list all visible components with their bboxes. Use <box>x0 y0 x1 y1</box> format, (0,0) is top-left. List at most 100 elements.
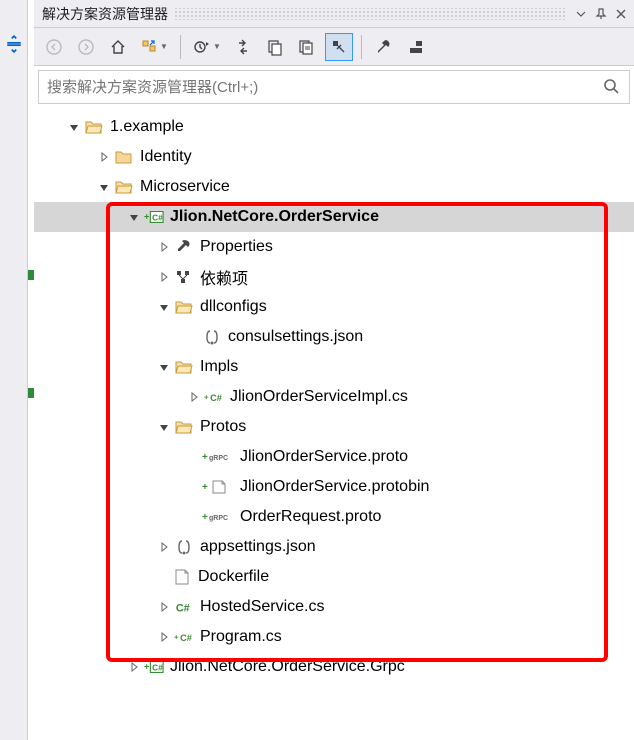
svg-text:C#: C# <box>152 214 163 223</box>
folder-open-icon <box>174 418 194 436</box>
node-label: HostedService.cs <box>200 598 325 616</box>
tree-node-consulsettings[interactable]: consulsettings.json <box>34 322 634 352</box>
preview-button[interactable] <box>402 33 430 61</box>
svg-text:gRPC: gRPC <box>209 455 228 462</box>
tree-node-protobin[interactable]: + JlionOrderService.protobin <box>34 472 634 502</box>
expander-icon[interactable] <box>66 119 82 135</box>
pin-icon[interactable] <box>592 5 610 23</box>
folder-open-icon <box>174 298 194 316</box>
home-button[interactable] <box>104 33 132 61</box>
svg-text:+: + <box>144 212 149 222</box>
properties-button[interactable] <box>370 33 398 61</box>
expander-icon[interactable] <box>126 209 142 225</box>
folder-open-icon <box>114 178 134 196</box>
node-label: appsettings.json <box>200 538 316 556</box>
tree-node-hostedservice[interactable]: C# HostedService.cs <box>34 592 634 622</box>
node-label: Microservice <box>140 178 230 196</box>
titlebar: 解决方案资源管理器 <box>34 0 634 28</box>
svg-text:C#: C# <box>152 664 163 673</box>
expander-icon[interactable] <box>96 179 112 195</box>
tree-node-dllconfigs[interactable]: dllconfigs <box>34 292 634 322</box>
search-bar[interactable] <box>38 70 630 104</box>
tree-node-appsettings[interactable]: appsettings.json <box>34 532 634 562</box>
tree-node-protos[interactable]: Protos <box>34 412 634 442</box>
svg-text:+: + <box>144 662 149 672</box>
search-input[interactable] <box>47 79 603 96</box>
node-label: 1.example <box>110 118 184 136</box>
node-label: JlionOrderService.protobin <box>240 478 429 496</box>
close-icon[interactable] <box>612 5 630 23</box>
tree-node-orderservice[interactable]: +C# Jlion.NetCore.OrderService <box>34 202 634 232</box>
svg-text:C#: C# <box>180 633 192 643</box>
switch-views-button[interactable]: ▼ <box>136 33 172 61</box>
titlebar-grip[interactable] <box>174 8 566 20</box>
tree-node-program[interactable]: +C# Program.cs <box>34 622 634 652</box>
svg-text:C#: C# <box>210 393 222 403</box>
tree-node-dockerfile[interactable]: Dockerfile <box>34 562 634 592</box>
node-label: Jlion.NetCore.OrderService <box>170 208 379 226</box>
wrench-icon <box>174 238 194 256</box>
expander-icon[interactable] <box>156 539 172 555</box>
pending-changes-button[interactable]: ▼ <box>189 33 225 61</box>
svg-text:+: + <box>202 512 208 523</box>
dependencies-icon <box>174 268 194 286</box>
node-label: Program.cs <box>200 628 282 646</box>
expander-icon[interactable] <box>156 239 172 255</box>
file-icon <box>172 568 192 586</box>
tree-node-identity[interactable]: Identity <box>34 142 634 172</box>
expander-icon[interactable] <box>156 359 172 375</box>
solution-tree[interactable]: 1.example Identity Microservice +C# Jlio… <box>34 108 634 740</box>
expander-icon[interactable] <box>126 659 142 675</box>
node-label: Dockerfile <box>198 568 269 586</box>
tree-node-impl-cs[interactable]: +C# JlionOrderServiceImpl.cs <box>34 382 634 412</box>
back-button[interactable] <box>40 33 68 61</box>
tree-node-example[interactable]: 1.example <box>34 112 634 142</box>
json-icon <box>174 538 194 556</box>
csproj-icon: +C# <box>144 208 164 226</box>
collapse-all-button[interactable] <box>261 33 289 61</box>
collapse-icon[interactable] <box>5 35 23 53</box>
toolbar-separator <box>361 35 362 59</box>
sync-button[interactable] <box>229 33 257 61</box>
svg-text:+: + <box>174 632 179 641</box>
svg-text:+: + <box>202 482 208 493</box>
cs-file-icon: +C# <box>174 628 194 646</box>
folder-open-icon <box>84 118 104 136</box>
tree-node-dependencies[interactable]: 依赖项 <box>34 262 634 292</box>
file-icon: + <box>202 478 234 496</box>
dropdown-icon[interactable] <box>572 5 590 23</box>
search-icon[interactable] <box>603 78 621 96</box>
tree-node-properties[interactable]: Properties <box>34 232 634 262</box>
csproj-icon: +C# <box>144 658 164 676</box>
tree-node-microservice[interactable]: Microservice <box>34 172 634 202</box>
forward-button[interactable] <box>72 33 100 61</box>
svg-text:gRPC: gRPC <box>209 515 228 522</box>
expander-icon[interactable] <box>156 629 172 645</box>
node-label: Impls <box>200 358 238 376</box>
tree-node-grpc-project[interactable]: +C# Jlion.NetCore.OrderService.Grpc <box>34 652 634 682</box>
folder-open-icon <box>174 358 194 376</box>
expander-icon[interactable] <box>156 269 172 285</box>
expander-icon[interactable] <box>156 599 172 615</box>
tree-node-proto1[interactable]: +gRPC JlionOrderService.proto <box>34 442 634 472</box>
grpc-icon: +gRPC <box>202 448 234 466</box>
grpc-icon: +gRPC <box>202 508 234 526</box>
track-active-button[interactable] <box>325 33 353 61</box>
node-label: Properties <box>200 238 273 256</box>
show-all-files-button[interactable] <box>293 33 321 61</box>
json-icon <box>202 328 222 346</box>
cs-file-icon: C# <box>174 598 194 616</box>
expander-icon[interactable] <box>156 419 172 435</box>
tree-node-impls[interactable]: Impls <box>34 352 634 382</box>
chevron-down-icon: ▼ <box>213 42 221 51</box>
toolbar: ▼ ▼ <box>34 28 634 66</box>
left-gutter <box>0 0 28 740</box>
node-label: JlionOrderServiceImpl.cs <box>230 388 408 406</box>
expander-icon[interactable] <box>186 389 202 405</box>
tree-node-proto2[interactable]: +gRPC OrderRequest.proto <box>34 502 634 532</box>
chevron-down-icon: ▼ <box>160 42 168 51</box>
expander-icon[interactable] <box>156 299 172 315</box>
folder-icon <box>114 148 134 166</box>
expander-icon[interactable] <box>96 149 112 165</box>
cs-file-icon: +C# <box>204 388 224 406</box>
